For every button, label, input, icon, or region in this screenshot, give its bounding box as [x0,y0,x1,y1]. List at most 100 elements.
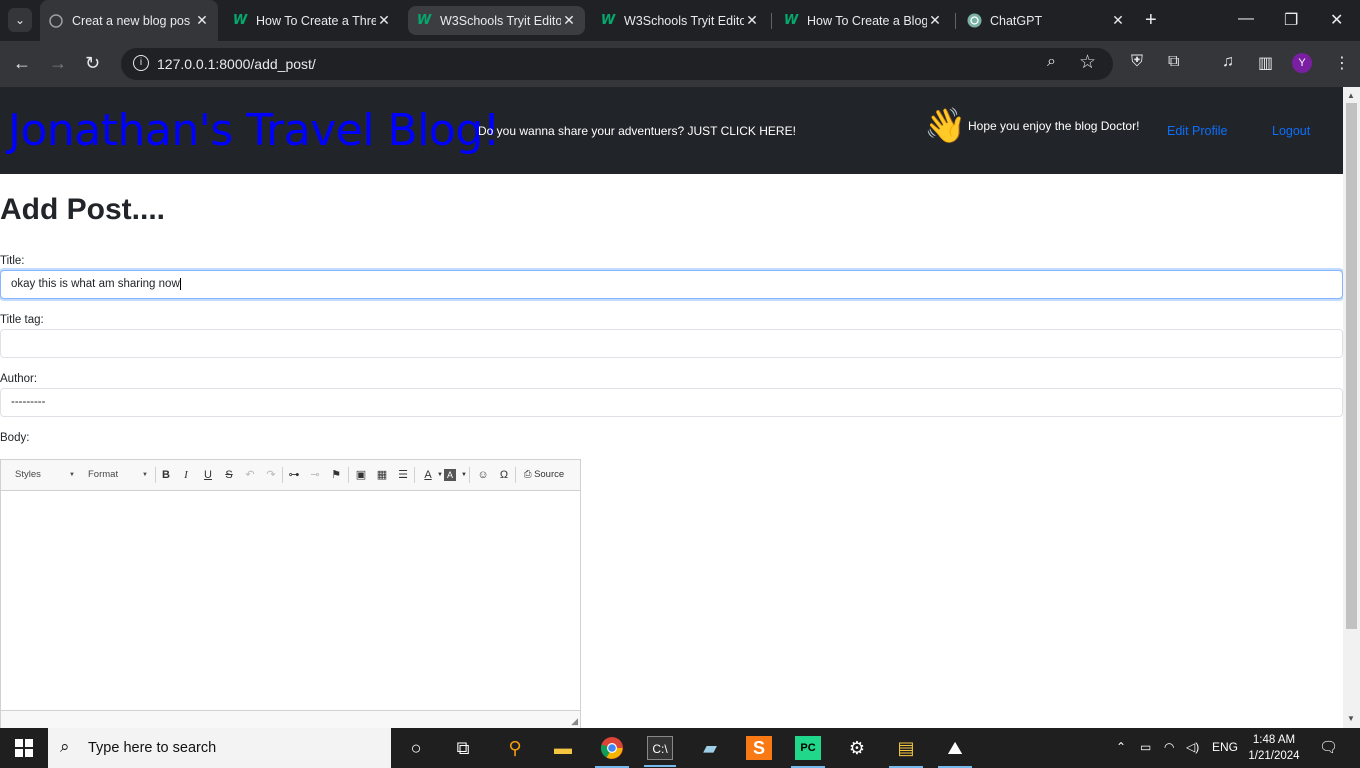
close-tab-icon[interactable]: ✕ [561,12,577,29]
w3schools-icon: W [232,13,248,28]
edit-profile-link[interactable]: Edit Profile [1167,124,1227,138]
tab-how-to-create-three[interactable]: W How To Create a Thre ✕ [224,6,400,35]
close-window-icon[interactable]: ✕ [1330,10,1343,30]
task-view-icon[interactable]: ⧉ [450,736,476,760]
tab-w3schools-tryit-2[interactable]: W W3Schools Tryit Edito ✕ [592,6,768,35]
bookmark-star-icon[interactable]: ☆ [1079,51,1096,74]
file-explorer-icon[interactable]: ▬ [550,736,576,760]
link-icon[interactable]: ⊶ [286,467,302,483]
chevron-down-icon: ▼ [142,472,148,478]
notifications-icon[interactable]: 🗨 [1319,738,1338,756]
system-clock[interactable]: 1:48 AM 1/21/2024 [1244,732,1304,764]
language-indicator[interactable]: ENG [1212,740,1238,754]
chrome-icon[interactable] [595,736,629,768]
minimize-icon[interactable]: — [1238,10,1254,28]
anchor-flag-icon[interactable]: ⚑ [328,467,344,483]
title-input[interactable]: okay this is what am sharing now [0,270,1343,299]
media-control-icon[interactable]: ♫ [1222,53,1234,71]
browser-toolbar: ← → ↻ i 127.0.0.1:8000/add_post/ ⌕ ☆ ⛨ ⧉… [0,41,1360,87]
tab-w3schools-tryit-1[interactable]: W W3Schools Tryit Edito ✕ [408,6,585,35]
tab-add-post[interactable]: Creat a new blog pos ✕ [40,0,218,41]
styles-dropdown[interactable]: Styles ▼ [15,465,75,485]
extensions-puzzle-icon[interactable]: ⧉ [1168,53,1179,71]
volume-icon[interactable]: ◁) [1186,740,1199,754]
pycharm-icon[interactable]: PC [791,736,825,768]
scroll-up-arrow-icon[interactable]: ▲ [1347,91,1355,100]
tab-separator [771,13,772,29]
title-tag-input[interactable] [0,329,1343,358]
text-caret [179,277,181,290]
italic-icon[interactable]: I [178,467,194,483]
background-color-icon[interactable]: A [444,469,456,481]
author-select[interactable]: --------- [0,388,1343,417]
site-info-icon[interactable]: i [133,55,149,71]
unlink-icon[interactable]: ⊸ [307,467,323,483]
zoom-icon[interactable]: ⌕ [1047,53,1056,71]
shield-extension-icon[interactable]: ⛨ [1131,53,1143,71]
toolbar-separator [515,467,516,483]
tab-separator [955,13,956,29]
source-button-label: Source [534,469,565,480]
notepad-icon[interactable]: ▰ [697,736,723,760]
smiley-icon[interactable]: ☺ [475,467,491,483]
forward-icon[interactable]: → [49,53,67,73]
undo-icon[interactable]: ↶ [242,467,258,483]
wifi-icon[interactable]: ◠ [1164,740,1174,754]
side-panel-icon[interactable]: ▥ [1258,53,1273,73]
taskbar-search-placeholder: Type here to search [88,740,217,756]
show-hidden-icons-chevron-icon[interactable]: ⌃ [1116,740,1126,754]
photos-icon[interactable]: ⛰ [938,736,972,768]
close-tab-icon[interactable]: ✕ [744,12,760,29]
logout-link[interactable]: Logout [1272,124,1310,138]
sublime-text-icon[interactable]: S [746,736,772,760]
cortana-icon[interactable]: ○ [403,736,429,760]
bold-icon[interactable]: B [158,467,174,483]
site-brand[interactable]: Jonathan's Travel Blog! [8,105,500,156]
toolbar-separator [282,467,283,483]
reload-icon[interactable]: ↻ [85,53,100,73]
search-app-icon[interactable]: ⚲ [502,736,528,760]
source-doc-icon: ⎙ [523,469,532,480]
special-character-icon[interactable]: Ω [496,467,512,483]
file-explorer-pinned-icon[interactable]: ▤ [889,736,923,768]
profile-avatar[interactable]: Y [1292,53,1312,73]
page-scrollbar[interactable]: ▲ ▼ [1343,87,1360,728]
tab-title: W3Schools Tryit Edito [624,13,744,28]
source-button[interactable]: ⎙ Source [520,467,568,483]
address-bar[interactable]: i 127.0.0.1:8000/add_post/ ⌕ ☆ [121,48,1113,80]
w3schools-icon: W [783,13,799,28]
taskbar-search-box[interactable]: ⌕ Type here to search [48,728,391,768]
horizontal-line-icon[interactable]: ☰ [395,467,411,483]
new-tab-button[interactable]: + [1145,10,1157,30]
browser-menu-icon[interactable]: ⋮ [1334,53,1350,73]
scroll-down-arrow-icon[interactable]: ▼ [1347,714,1355,723]
share-adventure-link[interactable]: Do you wanna share your adventuers? JUST… [478,124,796,138]
tab-chatgpt[interactable]: ChatGPT ✕ [958,6,1134,35]
tab-title: Creat a new blog pos [72,13,191,28]
restore-icon[interactable]: ❐ [1284,10,1298,30]
tab-title: W3Schools Tryit Edito [440,13,561,28]
table-icon[interactable]: ▦ [374,467,390,483]
editor-content-area[interactable] [1,491,580,710]
image-icon[interactable]: ▣ [353,467,369,483]
settings-gear-icon[interactable]: ⚙ [844,736,870,760]
back-icon[interactable]: ← [13,53,31,73]
terminal-icon[interactable]: C:\ [644,736,676,767]
strikethrough-icon[interactable]: S [221,467,237,483]
redo-icon[interactable]: ↷ [263,467,279,483]
close-tab-icon[interactable]: ✕ [927,12,943,29]
close-tab-icon[interactable]: ✕ [376,12,392,29]
format-dropdown[interactable]: Format ▼ [88,465,148,485]
tab-how-to-create-blog[interactable]: W How To Create a Blog ✕ [775,6,951,35]
chevron-down-icon: ▼ [69,472,75,478]
close-tab-icon[interactable]: ✕ [194,12,210,29]
underline-icon[interactable]: U [200,467,216,483]
windows-start-icon[interactable] [15,739,33,757]
tab-search-button[interactable]: ⌄ [8,8,32,32]
tab-title: How To Create a Blog [807,13,927,28]
url-text[interactable]: 127.0.0.1:8000/add_post/ [157,56,316,72]
close-tab-icon[interactable]: ✕ [1110,12,1126,29]
resize-handle-icon[interactable]: ◢ [571,716,578,727]
scrollbar-thumb[interactable] [1346,103,1357,629]
battery-icon[interactable]: ▭ [1140,740,1151,754]
